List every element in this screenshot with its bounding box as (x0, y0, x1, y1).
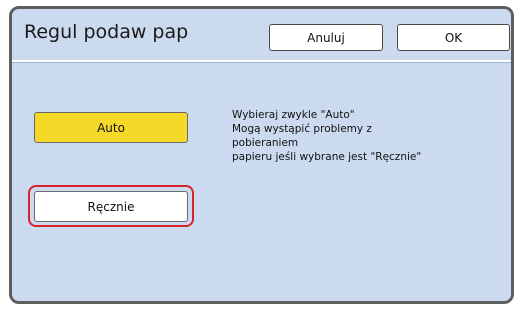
page-title: Regul podaw pap (24, 21, 189, 43)
description-line: papieru jeśli wybrane jest "Ręcznie" (232, 151, 422, 163)
description-line: pobieraniem (232, 137, 299, 149)
description-text: Wybieraj zwykle "Auto" Mogą wystąpić pro… (232, 108, 421, 164)
description-line: Wybieraj zwykle "Auto" (232, 109, 355, 121)
manual-button[interactable]: Ręcznie (34, 191, 188, 222)
dialog-header: Regul podaw pap Anuluj OK (12, 9, 511, 59)
ok-button[interactable]: OK (397, 24, 510, 51)
cancel-button[interactable]: Anuluj (269, 24, 383, 51)
auto-button[interactable]: Auto (34, 112, 188, 143)
dialog-window: Regul podaw pap Anuluj OK Auto Ręcznie W… (9, 6, 514, 304)
description-line: Mogą wystąpić problemy z (232, 123, 372, 135)
dialog-body: Auto Ręcznie Wybieraj zwykle "Auto" Mogą… (12, 63, 511, 301)
